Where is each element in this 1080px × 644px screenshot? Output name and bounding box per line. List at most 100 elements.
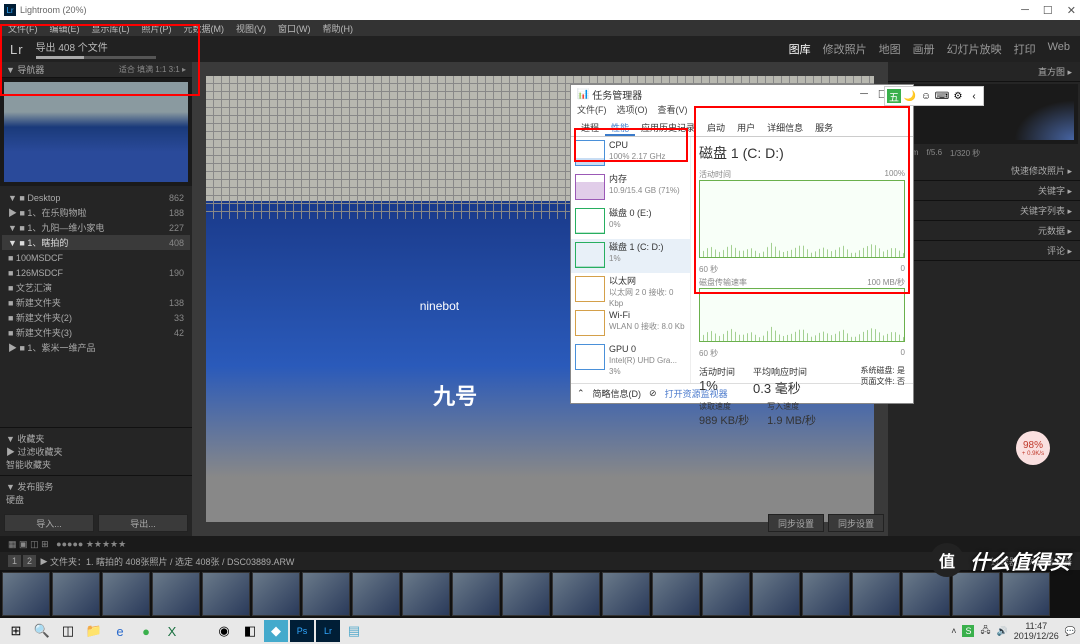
module-web[interactable]: Web [1048, 41, 1070, 57]
tm-menu-view[interactable]: 查看(V) [658, 103, 688, 119]
module-book[interactable]: 画册 [913, 41, 935, 57]
folder-item[interactable]: ■ 100MSDCF [2, 250, 190, 265]
module-slideshow[interactable]: 幻灯片放映 [947, 41, 1002, 57]
menu-view[interactable]: 视图(V) [236, 22, 266, 35]
menu-photo[interactable]: 照片(P) [142, 22, 172, 35]
chrome-icon[interactable]: ◉ [212, 620, 236, 642]
folder-item[interactable]: ■ 126MSDCF190 [2, 265, 190, 280]
folder-item[interactable]: ▶ ■ 1、在乐购物啦188 [2, 205, 190, 220]
ime-collapse-icon[interactable]: ‹ [967, 89, 981, 103]
start-button[interactable]: ⊞ [4, 620, 28, 642]
tm-tab-services[interactable]: 服务 [809, 119, 839, 136]
edge-icon[interactable]: e [108, 620, 132, 642]
compare-view-icon[interactable]: ◫ [30, 539, 39, 550]
tm-item-memory[interactable]: 内存10.9/15.4 GB (71%) [571, 171, 690, 205]
tm-item-disk1[interactable]: 磁盘 1 (C: D:)1% [571, 239, 690, 273]
tm-tab-startup[interactable]: 启动 [701, 119, 731, 136]
filmstrip-thumb[interactable] [752, 572, 800, 616]
sync-settings-button[interactable]: 同步设置 [768, 514, 824, 532]
filmstrip-thumb[interactable] [902, 572, 950, 616]
filmstrip-thumb[interactable] [702, 572, 750, 616]
module-develop[interactable]: 修改照片 [823, 41, 867, 57]
taskmgr-titlebar[interactable]: 📊 任务管理器 ─☐✕ [571, 85, 913, 103]
folder-item[interactable]: ■ 文艺汇演 [2, 280, 190, 295]
loupe-view-icon[interactable]: ▣ [19, 539, 28, 550]
search-icon[interactable]: 🔍 [30, 620, 54, 642]
minimize-button[interactable]: ─ [1021, 4, 1029, 17]
tm-item-cpu[interactable]: CPU100% 2.17 GHz [571, 137, 690, 171]
menu-metadata[interactable]: 元数据(M) [184, 22, 225, 35]
app-icon[interactable] [186, 620, 210, 642]
filmstrip-thumb[interactable] [552, 572, 600, 616]
filmstrip-thumb[interactable] [1002, 572, 1050, 616]
folder-item[interactable]: ▼ ■ 1、九阳—维小家电227 [2, 220, 190, 235]
filmstrip[interactable] [0, 570, 1080, 618]
filmstrip-thumb[interactable] [152, 572, 200, 616]
lightroom-icon[interactable]: Lr [316, 620, 340, 642]
folder-item[interactable]: ■ 新建文件夹(2)33 [2, 310, 190, 325]
collections-section[interactable]: ▼ 收藏夹 ▶ 过滤收藏夹 智能收藏夹 [0, 427, 192, 475]
filmstrip-thumb[interactable] [852, 572, 900, 616]
tm-item-ethernet[interactable]: 以太网以太网 2 0 接收: 0 Kbp [571, 273, 690, 307]
tm-menu-file[interactable]: 文件(F) [577, 103, 607, 119]
performance-badge[interactable]: 98% + 0.9K/s [1016, 431, 1050, 465]
tm-tab-performance[interactable]: 性能 [605, 119, 635, 136]
filmstrip-thumb[interactable] [102, 572, 150, 616]
ime-icon[interactable]: S [962, 625, 974, 637]
ime-emoji-icon[interactable]: ☺ [919, 89, 933, 103]
app-icon[interactable]: ▤ [342, 620, 366, 642]
ime-settings-icon[interactable]: ⚙ [951, 89, 965, 103]
ime-mode-icon[interactable]: 五 [887, 89, 901, 103]
maximize-button[interactable]: ☐ [1043, 4, 1053, 17]
navigator-header[interactable]: ▼ 导航器 适合 填满 1:1 3:1 ▸ [0, 62, 192, 78]
clock-time[interactable]: 11:47 [1014, 621, 1059, 631]
task-view-icon[interactable]: ◫ [56, 620, 80, 642]
navigator-zoom-opts[interactable]: 适合 填满 1:1 3:1 ▸ [119, 64, 186, 75]
app-icon[interactable]: ◧ [238, 620, 262, 642]
page-2[interactable]: 2 [23, 555, 36, 567]
filmstrip-thumb[interactable] [202, 572, 250, 616]
page-1[interactable]: 1 [8, 555, 21, 567]
app-icon[interactable]: ◆ [264, 620, 288, 642]
filmstrip-thumb[interactable] [602, 572, 650, 616]
ime-moon-icon[interactable]: 🌙 [903, 89, 917, 103]
module-map[interactable]: 地图 [879, 41, 901, 57]
histogram-header[interactable]: 直方图 ▸ [888, 62, 1080, 82]
folder-item[interactable]: ■ 新建文件夹138 [2, 295, 190, 310]
folder-item[interactable]: ▶ ■ 1、紫米一维产品 [2, 340, 190, 355]
filmstrip-thumb[interactable] [652, 572, 700, 616]
photoshop-icon[interactable]: Ps [290, 620, 314, 642]
grid-view-icon[interactable]: ▦ [8, 539, 17, 550]
keyword-list-section[interactable]: 关键字列表 ▸ [888, 201, 1080, 221]
ime-keyboard-icon[interactable]: ⌨ [935, 89, 949, 103]
import-button[interactable]: 导入... [4, 514, 94, 532]
excel-icon[interactable]: X [160, 620, 184, 642]
menu-window[interactable]: 窗口(W) [278, 22, 311, 35]
filmstrip-thumb[interactable] [802, 572, 850, 616]
tray-up-icon[interactable]: ˄ [951, 626, 956, 636]
folder-item-selected[interactable]: ▼ ■ 1、瞎拍的408 [2, 235, 190, 250]
tm-minimize-icon[interactable]: ─ [860, 88, 868, 101]
filmstrip-thumb[interactable] [252, 572, 300, 616]
notification-icon[interactable]: 💬 [1065, 626, 1076, 637]
tm-fewer-details[interactable]: 简略信息(D) [593, 387, 642, 400]
tm-item-disk0[interactable]: 磁盘 0 (E:)0% [571, 205, 690, 239]
wechat-icon[interactable]: ● [134, 620, 158, 642]
folder-desktop[interactable]: ▼ ■ Desktop862 [2, 190, 190, 205]
filmstrip-thumb[interactable] [52, 572, 100, 616]
filmstrip-thumb[interactable] [302, 572, 350, 616]
close-button[interactable]: ✕ [1067, 4, 1076, 17]
tm-collapse-icon[interactable]: ⌃ [577, 388, 585, 399]
menu-file[interactable]: 文件(F) [8, 22, 38, 35]
comments-section[interactable]: 评论 ▸ [888, 241, 1080, 261]
quick-develop-section[interactable]: 快速修改照片 ▸ [888, 161, 1080, 181]
tm-menu-options[interactable]: 选项(O) [617, 103, 648, 119]
metadata-section[interactable]: 元数据 ▸ [888, 221, 1080, 241]
sync-settings-button-2[interactable]: 同步设置 [828, 514, 884, 532]
module-print[interactable]: 打印 [1014, 41, 1036, 57]
module-library[interactable]: 图库 [789, 41, 811, 57]
network-icon[interactable]: 🖧 [980, 623, 990, 639]
folder-item[interactable]: ■ 新建文件夹(3)42 [2, 325, 190, 340]
navigator-preview[interactable] [0, 78, 192, 186]
filmstrip-thumb[interactable] [2, 572, 50, 616]
